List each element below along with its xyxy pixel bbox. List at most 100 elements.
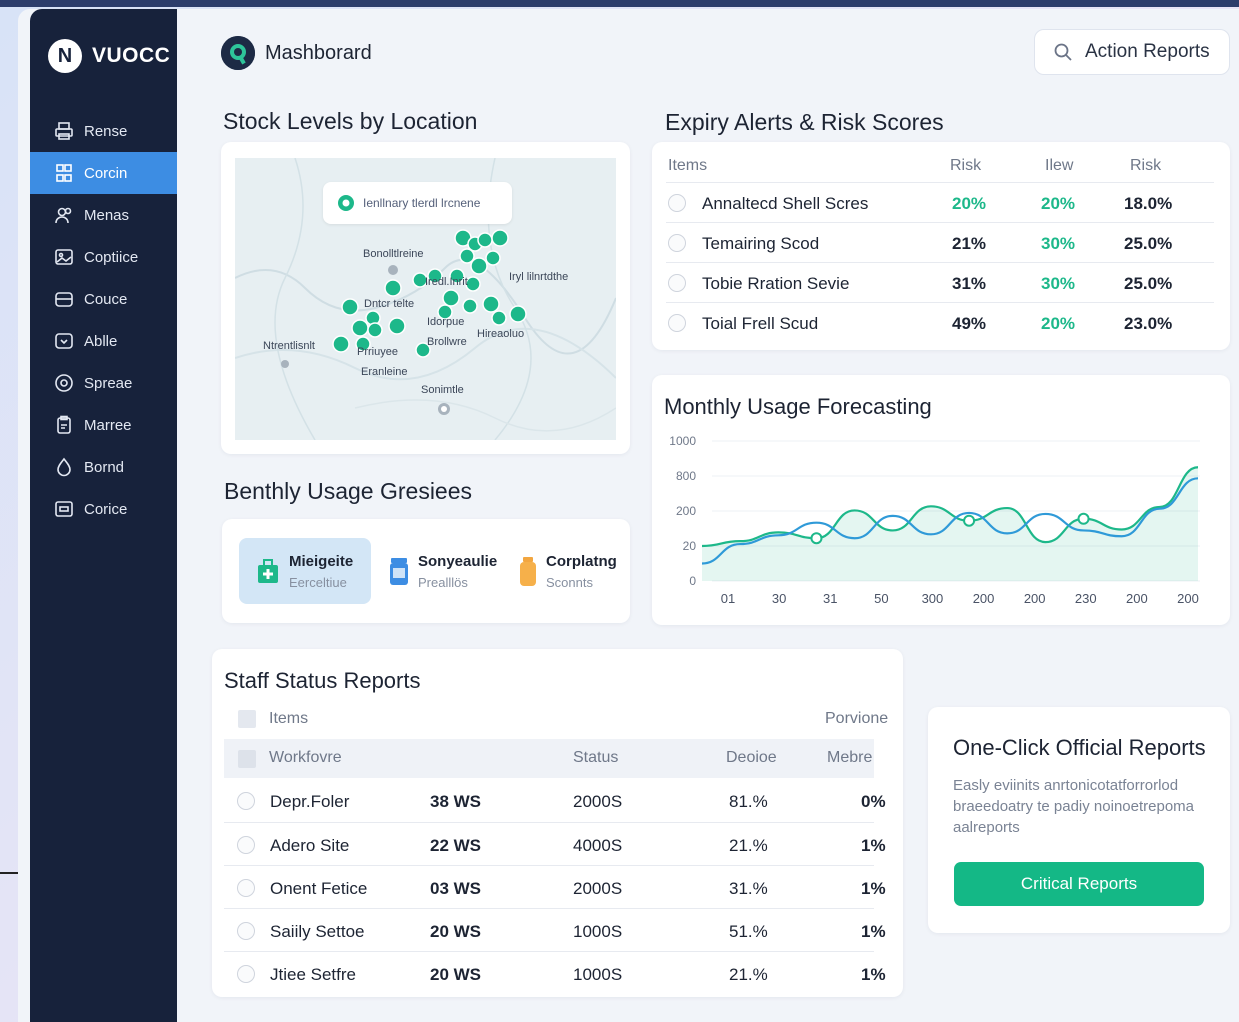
data-point	[810, 532, 823, 545]
item-name: Temairing Scod	[702, 234, 820, 253]
bottle-icon	[520, 557, 536, 586]
usage-tile-compliance[interactable]: Corplatng Sconnts	[503, 538, 635, 604]
staff-ws: 22 WS	[430, 836, 482, 855]
col-header-device[interactable]: Deoioe	[726, 749, 777, 767]
select-all-checkbox[interactable]	[238, 710, 256, 728]
risk-score: 18.0%	[1124, 194, 1173, 213]
map-label: Prriuyee	[357, 346, 398, 358]
sidebar-item-ablle[interactable]: Ablle	[30, 320, 177, 362]
sidebar-item-corcin[interactable]: Corcin	[30, 152, 177, 194]
table-row[interactable]: Toial Frell Scud 49% 20% 23.0%	[666, 302, 1214, 342]
table-row[interactable]: Annaltecd Shell Scres 20% 20% 18.0%	[666, 182, 1214, 222]
map-tag-label: Ienllnary tlerdl lrcnene	[363, 196, 481, 210]
col-header-risk-score[interactable]: Risk	[1130, 157, 1161, 175]
sidebar-item-couce[interactable]: Couce	[30, 278, 177, 320]
table-row[interactable]: Tobie Rration Sevie 31% 30% 25.0%	[666, 262, 1214, 302]
new-value: 30%	[1041, 234, 1076, 253]
sidebar-item-menas[interactable]: Menas	[30, 194, 177, 236]
sidebar-item-bornd[interactable]: Bornd	[30, 446, 177, 488]
row-radio[interactable]	[668, 194, 686, 212]
table-row[interactable]: Depr.Foler 38 WS 2000S 81.% 0%	[224, 779, 886, 822]
table-row[interactable]: Jtiee Setfre 20 WS 1000S 21.% 1%	[224, 951, 886, 994]
row-radio[interactable]	[237, 792, 255, 810]
col-header-risk[interactable]: Risk	[950, 157, 981, 175]
x-tick-label: 200	[1024, 591, 1046, 606]
circle-badge-icon	[54, 373, 74, 393]
sidebar-item-rense[interactable]: Rense	[30, 110, 177, 152]
risk-value: 49%	[952, 314, 987, 333]
staff-name: Jtiee Setfre	[270, 965, 356, 984]
usage-tile-medical[interactable]: Mieigeite Eerceltiue	[239, 538, 371, 604]
col-header-status[interactable]: Status	[573, 749, 618, 767]
staff-name: Onent Fetice	[270, 879, 368, 898]
expiry-card: Items Risk Ilew Risk Annaltecd Shell Scr…	[652, 142, 1230, 350]
y-tick-label: 0	[689, 574, 696, 588]
map-label: Dntcr telte	[364, 298, 415, 310]
desktop-line	[0, 872, 20, 874]
item-name: Toial Frell Scud	[702, 314, 819, 333]
action-reports-button[interactable]: Action Reports	[1034, 29, 1230, 75]
sidebar-item-label: Corcin	[84, 164, 128, 182]
staff-more: 1%	[861, 879, 886, 898]
sidebar-item-coptiice[interactable]: Coptiice	[30, 236, 177, 278]
sidebar-item-label: Rense	[84, 122, 128, 140]
new-value: 20%	[1041, 314, 1076, 333]
sidebar-item-corice[interactable]: Corice	[30, 488, 177, 530]
col-header-new[interactable]: Ilew	[1045, 157, 1073, 175]
search-icon	[1054, 43, 1072, 61]
brand[interactable]: N VUOCC	[48, 39, 170, 73]
risk-value: 20%	[952, 194, 987, 213]
col-header-workforce[interactable]: Workfovre	[269, 749, 342, 767]
forecast-chart[interactable]: 100080020020001 30 31 50 300 200 200 230 200 200	[652, 375, 1230, 625]
table-row[interactable]: Adero Site 22 WS 4000S 21.% 1%	[224, 822, 886, 865]
table-row[interactable]: Saiily Settoe 20 WS 1000S 51.% 1%	[224, 908, 886, 951]
sidebar-item-spreae[interactable]: Spreae	[30, 362, 177, 404]
x-tick-label: 31	[823, 591, 837, 606]
header-checkbox[interactable]	[238, 750, 256, 768]
staff-status: 2000S	[573, 792, 623, 811]
table-header-row: Workfovre Status Deoioe Mebre	[224, 739, 874, 778]
staff-status: 2000S	[573, 879, 623, 898]
staff-card: Staff Status Reports Items Porvione Work…	[212, 649, 903, 997]
staff-device: 21.%	[729, 836, 768, 855]
sidebar-item-marree[interactable]: Marree	[30, 404, 177, 446]
staff-title: Staff Status Reports	[224, 668, 421, 693]
usage-tile-sub: Eerceltiue	[289, 575, 347, 590]
sidebar-item-label: Coptiice	[84, 248, 139, 266]
usage-tile-sub: Prealllös	[418, 575, 468, 590]
staff-more: 0%	[861, 792, 886, 811]
row-radio[interactable]	[668, 274, 686, 292]
sidebar-item-label: Spreae	[84, 374, 133, 392]
item-name: Annaltecd Shell Scres	[702, 194, 869, 213]
table-row[interactable]: Onent Fetice 03 WS 2000S 31.% 1%	[224, 865, 886, 908]
y-tick-label: 1000	[669, 434, 696, 448]
row-radio[interactable]	[237, 879, 255, 897]
printer-icon	[54, 121, 74, 141]
usage-tile-label: Mieigeite	[289, 553, 354, 570]
map-location-tag[interactable]: Ienllnary tlerdl lrcnene	[323, 182, 512, 224]
stock-map[interactable]: Ienllnary tlerdl lrcnene Bonolltlreine I…	[235, 158, 616, 440]
table-row[interactable]: Temairing Scod 21% 30% 25.0%	[666, 222, 1214, 262]
staff-status: 1000S	[573, 922, 623, 941]
col-header-more[interactable]: Mebre	[827, 749, 872, 767]
critical-reports-button[interactable]: Critical Reports	[954, 862, 1204, 906]
staff-device: 81.%	[729, 792, 768, 811]
staff-more: 1%	[861, 836, 886, 855]
row-radio[interactable]	[237, 922, 255, 940]
staff-ws: 03 WS	[430, 879, 482, 898]
users-icon	[54, 205, 74, 225]
row-radio[interactable]	[668, 314, 686, 332]
col-header-items[interactable]: Items	[269, 710, 308, 728]
row-radio[interactable]	[237, 965, 255, 983]
row-radio[interactable]	[237, 836, 255, 854]
col-header-items[interactable]: Items	[668, 157, 707, 175]
reports-title: One-Click Official Reports	[953, 735, 1206, 760]
row-radio[interactable]	[668, 234, 686, 252]
col-header-porvione[interactable]: Porvione	[825, 710, 888, 728]
sidebar-item-label: Marree	[84, 416, 132, 434]
folder-icon	[54, 289, 74, 309]
page-title: Mashborard	[265, 42, 372, 64]
staff-device: 21.%	[729, 965, 768, 984]
usage-tile-supplies[interactable]: Sonyeaulie Prealllös	[372, 538, 504, 604]
risk-value: 21%	[952, 234, 987, 253]
